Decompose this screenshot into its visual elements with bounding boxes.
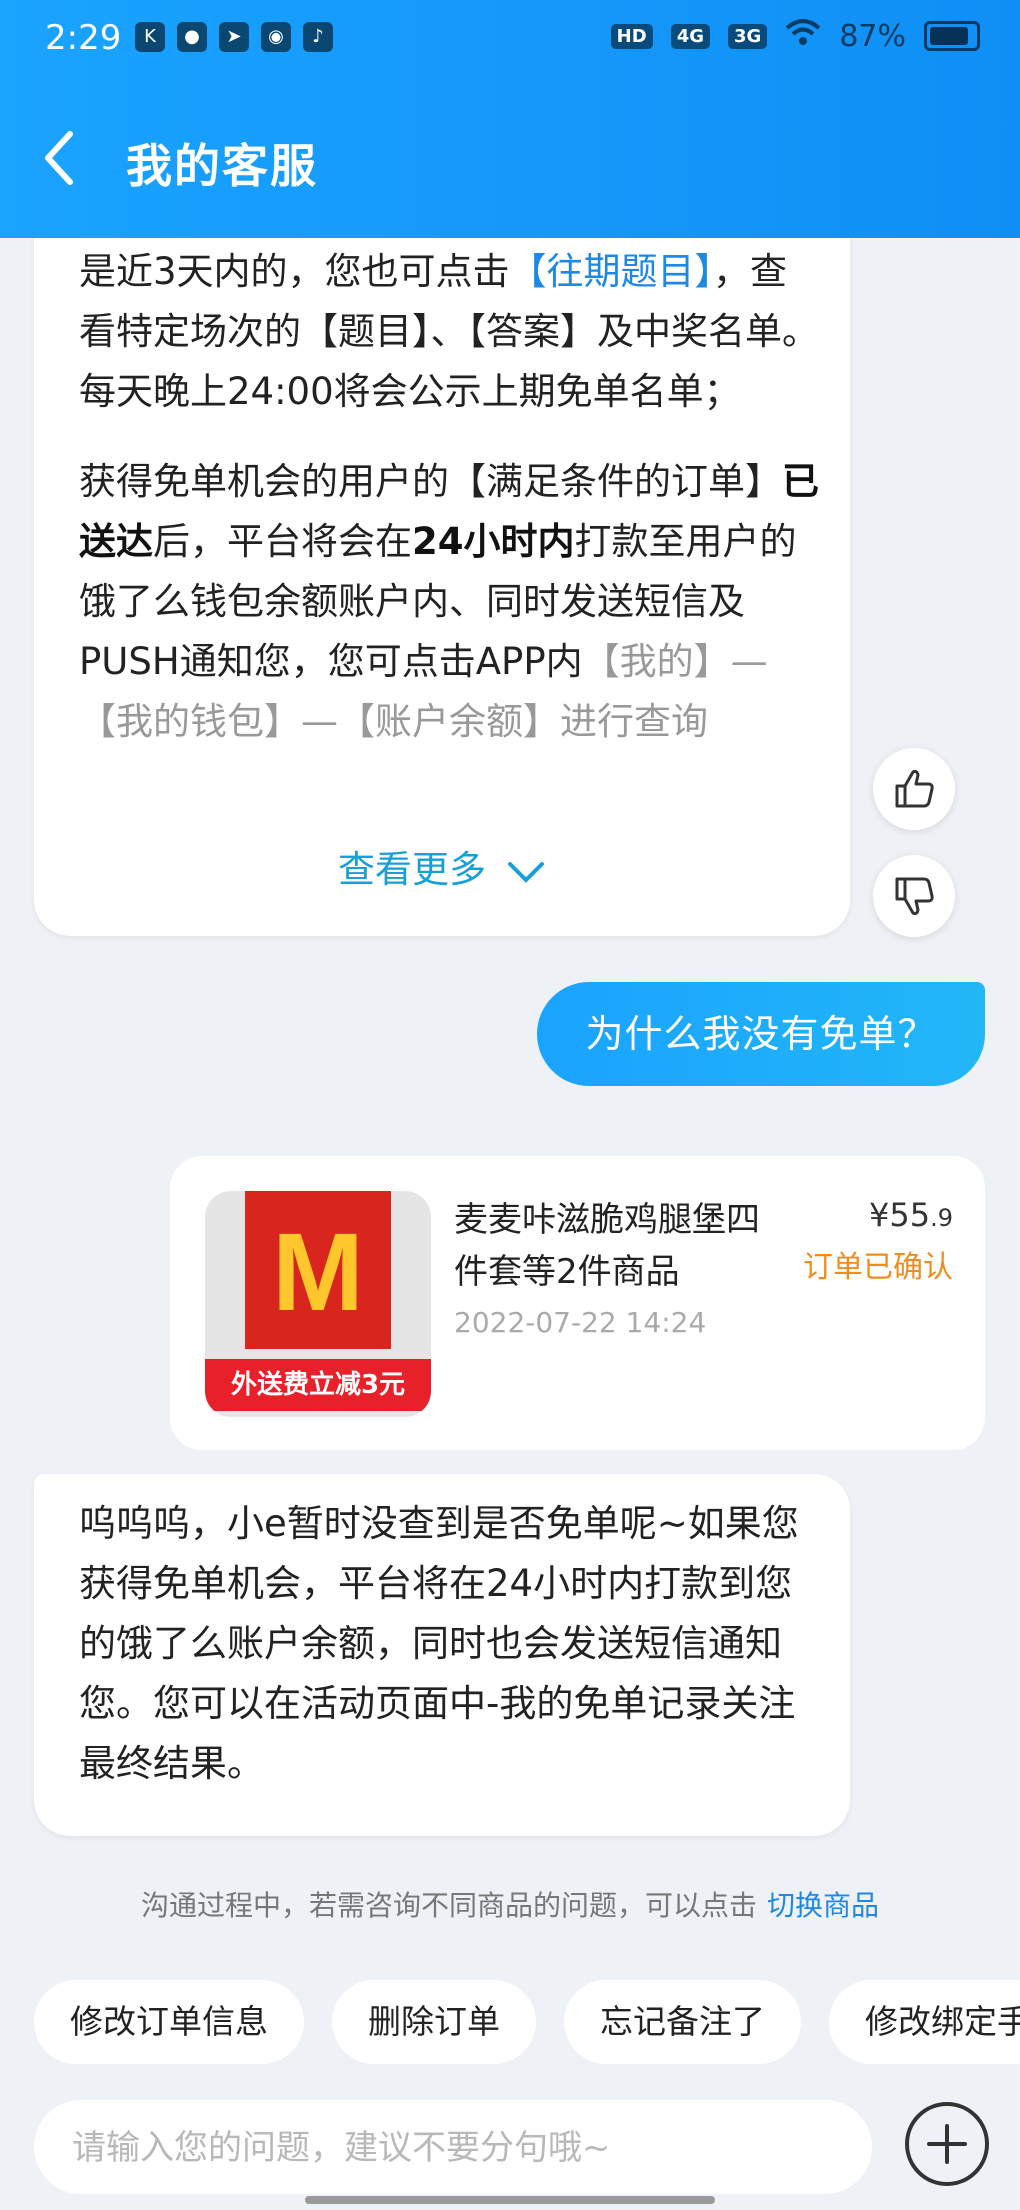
compass-icon: ◉: [261, 22, 291, 52]
question-input[interactable]: [70, 2100, 854, 2196]
status-app-icons: K ● ➤ ◉ ♪: [135, 22, 333, 52]
dislike-button[interactable]: [873, 855, 955, 937]
wifi-icon: [785, 18, 821, 54]
tiktok-icon: ♪: [303, 22, 333, 52]
input-bar: [34, 2100, 872, 2196]
like-button[interactable]: [873, 748, 955, 830]
signal-4g-icon: 4G: [670, 23, 710, 49]
see-more-button[interactable]: 查看更多: [34, 830, 850, 910]
past-questions-link[interactable]: 【往期题目】: [510, 250, 714, 293]
header: 2:29 K ● ➤ ◉ ♪ HD 4G 3G 87% 我的客服: [0, 0, 1020, 238]
add-button[interactable]: [905, 2102, 989, 2186]
telegram-icon: ➤: [219, 22, 249, 52]
switch-product-hint: 沟通过程中，若需咨询不同商品的问题，可以点击 切换商品: [140, 1889, 880, 1922]
thumbs-down-icon: [895, 877, 934, 916]
home-indicator[interactable]: [305, 2196, 715, 2204]
bot-message-text: 呜呜呜，小e暂时没查到是否免单呢~如果您获得免单机会，平台将在24小时内打款到您…: [79, 1502, 799, 1785]
bot-message-text: 是近3天内的，您也可点击【往期题目】，查看特定场次的【题目】、【答案】及中奖名单…: [79, 250, 819, 743]
order-price: ¥55.9: [869, 1196, 953, 1234]
quick-reply-chip[interactable]: 删除订单: [332, 1980, 536, 2064]
quick-reply-chip[interactable]: 忘记备注了: [564, 1980, 801, 2064]
wechat-icon: ●: [177, 22, 207, 52]
notification-app-icon: K: [135, 22, 165, 52]
plus-icon: [927, 2124, 967, 2164]
product-thumbnail: M 外送费立减3元: [205, 1191, 431, 1417]
status-indicators: HD 4G 3G 87%: [610, 18, 980, 54]
order-status: 订单已确认: [803, 1250, 953, 1285]
chevron-left-icon: [45, 131, 73, 185]
quick-replies: 修改订单信息 删除订单 忘记备注了 修改绑定手: [34, 1980, 1020, 2064]
switch-product-link[interactable]: 切换商品: [767, 1889, 879, 1922]
product-name: 麦麦咔滋脆鸡腿堡四件套等2件商品: [454, 1200, 760, 1292]
order-time: 2022-07-22 14:24: [454, 1306, 707, 1339]
text-fade-overlay: [34, 778, 850, 838]
battery-icon: [924, 21, 980, 51]
order-card[interactable]: M 外送费立减3元 麦麦咔滋脆鸡腿堡四件套等2件商品 2022-07-22 14…: [170, 1156, 985, 1450]
page-title: 我的客服: [126, 139, 318, 193]
hd-icon: HD: [610, 23, 653, 49]
bot-message: 是近3天内的，您也可点击【往期题目】，查看特定场次的【题目】、【答案】及中奖名单…: [34, 230, 850, 936]
back-button[interactable]: [40, 128, 90, 188]
status-bar: 2:29 K ● ➤ ◉ ♪ HD 4G 3G 87%: [0, 0, 1020, 80]
status-time: 2:29: [45, 18, 122, 58]
quick-reply-chip[interactable]: 修改绑定手: [829, 1980, 1020, 2064]
quick-reply-chip[interactable]: 修改订单信息: [34, 1980, 304, 2064]
bot-message: 呜呜呜，小e暂时没查到是否免单呢~如果您获得免单机会，平台将在24小时内打款到您…: [34, 1474, 850, 1836]
chevron-down-icon: [506, 832, 546, 912]
user-message: 为什么我没有免单？: [537, 982, 985, 1086]
mcdonalds-logo-icon: M: [272, 1211, 364, 1334]
thumbs-up-icon: [895, 769, 934, 808]
delivery-discount-ribbon: 外送费立减3元: [205, 1359, 431, 1411]
battery-percent: 87%: [839, 18, 906, 54]
signal-3g-icon: 3G: [728, 23, 768, 49]
